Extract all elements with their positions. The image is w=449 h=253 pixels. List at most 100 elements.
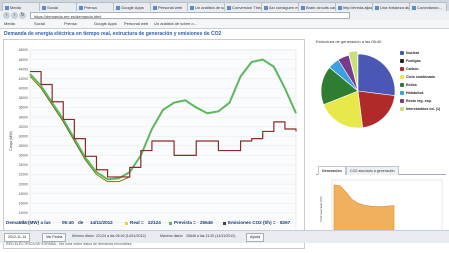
ver-fecha-button[interactable]: Ver Fecha — [42, 233, 67, 242]
bookmark-item[interactable]: Google Apps — [94, 21, 117, 27]
y-tick-label: 38000 — [19, 96, 29, 100]
y-tick-label: 40000 — [19, 87, 29, 91]
legend-label: Intercambios int. (1) — [406, 107, 441, 111]
tab-favicon-icon — [5, 5, 9, 10]
y-tick-label: 18000 — [19, 192, 29, 196]
y-tick-label: 48000 — [19, 48, 29, 52]
forward-icon[interactable]: › — [11, 12, 18, 19]
legend-item: Eólica — [400, 81, 448, 89]
minimo-value: 22124 a las 06:40 (14/11/2012) — [96, 234, 146, 238]
maximo-label: Máximo diario: — [160, 234, 184, 238]
bookmark-item[interactable]: Social — [34, 21, 45, 27]
demand-date: 14/11/2012 — [90, 220, 113, 225]
bookmark-item[interactable]: Un análisis de sobre o... — [154, 21, 197, 27]
y-tick-label: 14000 — [19, 211, 29, 215]
tab-label: Personal web — [158, 5, 183, 10]
tab-favicon-icon — [227, 5, 231, 10]
bookmarks-bar: Media Social Prensa Google Apps Personal web… — [0, 20, 449, 29]
emisiones-value: 8267 — [280, 220, 291, 225]
y-tick-label: 44000 — [19, 67, 29, 71]
tab-label: Una fortaleza ataca a... — [380, 5, 409, 10]
demand-chart: 1000012000140001600018000200002200024000… — [9, 48, 298, 239]
tab-label: http://ereda.aljaza.s... — [343, 5, 373, 10]
legend-label: Eólica — [406, 83, 417, 87]
y-tick-label: 28000 — [19, 144, 29, 148]
y-tick-label: 16000 — [19, 201, 29, 205]
tab-label: Prensa — [84, 5, 97, 10]
y-tick-label: 30000 — [19, 134, 29, 138]
generation-subtabs: Generación CO2 asociado a generación — [316, 166, 446, 175]
legend-swatch — [400, 51, 404, 56]
legend-swatch — [400, 83, 404, 88]
tab-label: Brain circuits can filter... — [306, 5, 336, 10]
bookmark-item[interactable]: Media — [4, 21, 15, 27]
pie-title: Estructura de generación a las 06:40 — [316, 39, 382, 44]
tab-label: Conectando... — [417, 5, 442, 10]
tab-label: Google Apps — [121, 5, 144, 10]
ayuda-button[interactable]: Ayuda — [246, 233, 265, 242]
tab-label: Así consiguen estos n... — [269, 5, 298, 10]
bookmark-item[interactable]: Personal web — [124, 21, 148, 27]
y-axis-label: Carga (MW) — [9, 131, 13, 151]
tab-label: Media — [10, 5, 21, 10]
legend-swatch — [400, 67, 404, 72]
tab-favicon-icon — [375, 5, 379, 10]
legend-label: Fuel/gas — [406, 59, 421, 63]
real-value: 22124 — [148, 220, 161, 225]
demand-time: 06:40 — [62, 220, 74, 225]
tab-co2[interactable]: CO2 asociado a generación — [346, 166, 399, 175]
emisiones-label: Emisiones CO2 (t/h) = — [228, 220, 276, 225]
tab-favicon-icon — [190, 5, 194, 10]
tab-favicon-icon — [338, 5, 342, 10]
legend-item: Fuel/gas — [400, 57, 448, 65]
minimo-label: Mínimo diario: — [72, 234, 95, 238]
legend-item: Resto reg. esp. — [400, 97, 448, 105]
tab-label: Social — [47, 5, 58, 10]
demand-of: de — [78, 220, 84, 225]
demand-summary: Demanda (MW) a las 06:40 de 14/11/2012 R… — [0, 218, 449, 230]
back-icon[interactable]: ‹ — [3, 12, 10, 19]
legend-label: Hidráulica — [406, 91, 424, 95]
tab-generacion[interactable]: Generación — [318, 166, 346, 175]
tab-favicon-icon — [116, 5, 120, 10]
y-tick-label: 22000 — [19, 173, 29, 177]
prevista-label: Prevista = — [174, 220, 196, 225]
legend-item: Hidráulica — [400, 89, 448, 97]
reload-icon[interactable]: ↻ — [19, 12, 26, 19]
y-tick-label: 26000 — [19, 154, 29, 158]
tab-label: Conversion Theodor... — [232, 5, 261, 10]
legend-label: Nuclear — [406, 51, 420, 55]
date-input[interactable]: 2012-11-14 — [4, 233, 31, 242]
data-source-note: RED ELÉCTRICA DE ESPAÑA - Ver nota sobre… — [6, 242, 132, 246]
demand-label: Demanda (MW) a las — [6, 220, 51, 225]
bookmark-item[interactable]: Prensa — [64, 21, 77, 27]
y-tick-label: 24000 — [19, 163, 29, 167]
legend-swatch — [400, 107, 404, 112]
prevista-value: 25646 — [200, 220, 213, 225]
legend-label: Carbón — [406, 67, 419, 71]
legend-swatch — [400, 99, 404, 104]
page-title: Demanda de energía eléctrica en tiempo r… — [4, 31, 222, 37]
y-tick-label: 34000 — [19, 115, 29, 119]
legend-swatch — [400, 91, 404, 96]
tab-favicon-icon — [79, 5, 83, 10]
emisiones-swatch — [223, 222, 226, 225]
y-tick-label: 42000 — [19, 77, 29, 81]
legend-item: Ciclo combinado — [400, 73, 448, 81]
generation-pie-chart — [320, 51, 396, 129]
pie-slice-nuclear — [357, 53, 396, 96]
real-swatch — [125, 222, 128, 225]
legend-swatch — [400, 75, 404, 80]
tab-favicon-icon — [264, 5, 268, 10]
url-field[interactable]: https://demanda.ree.es/demanda.html — [30, 12, 350, 19]
legend-swatch — [400, 59, 404, 64]
tab-favicon-icon — [301, 5, 305, 10]
y-tick-label: 20000 — [19, 182, 29, 186]
legend-label: Resto reg. esp. — [406, 99, 432, 103]
legend-item: Intercambios int. (1) — [400, 105, 448, 113]
legend-item: Carbón — [400, 65, 448, 73]
maximo-value: 25646 a las 11:20 (14/11/2012) — [186, 234, 236, 238]
legend-label: Ciclo combinado — [406, 75, 435, 79]
tab-favicon-icon — [153, 5, 157, 10]
y-tick-label: 36000 — [19, 106, 29, 110]
